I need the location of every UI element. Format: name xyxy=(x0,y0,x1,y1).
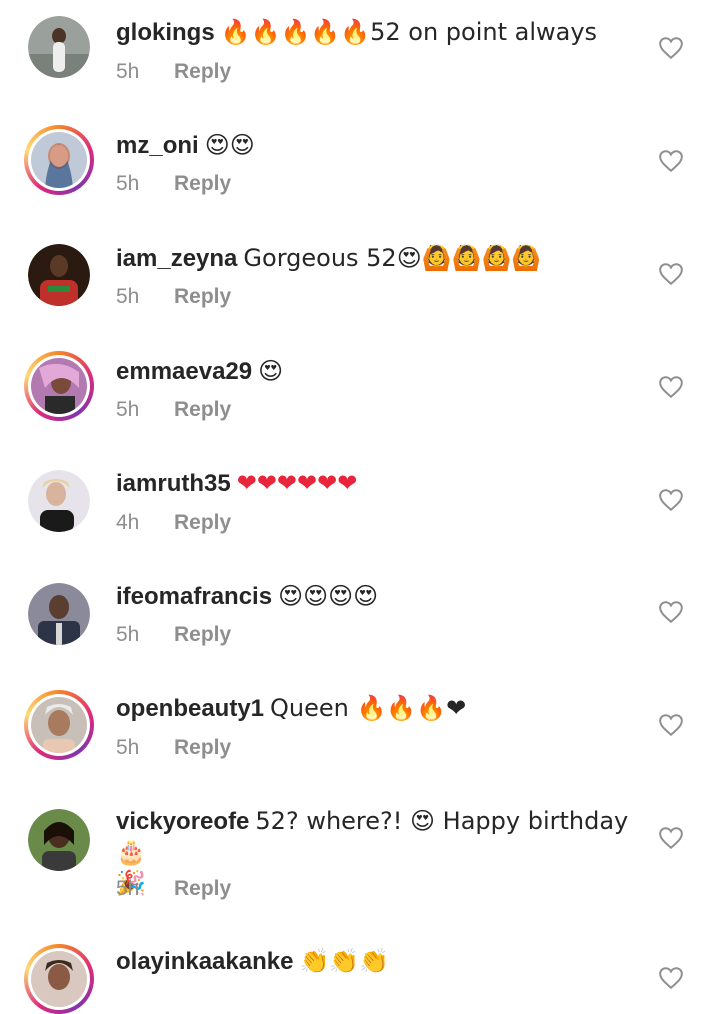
comment-timestamp: 5h xyxy=(116,736,140,759)
avatar[interactable] xyxy=(24,351,94,421)
comment-text: 😍😍😍😍 xyxy=(278,582,379,610)
reply-button[interactable]: Reply xyxy=(174,172,231,195)
heart-outline-icon[interactable] xyxy=(658,966,684,990)
heart-outline-icon[interactable] xyxy=(658,262,684,286)
comment-username[interactable]: openbeauty1 xyxy=(116,695,264,722)
comment-text: ❤❤❤❤❤❤ xyxy=(236,469,358,497)
comment-username[interactable]: ifeomafrancis xyxy=(116,583,272,610)
reply-button[interactable]: Reply xyxy=(174,877,231,900)
comment-text: 👏👏👏 xyxy=(299,947,390,975)
comment-username[interactable]: mz_oni xyxy=(116,132,199,159)
heart-outline-icon[interactable] xyxy=(658,600,684,624)
comment-username[interactable]: iamruth35 xyxy=(116,470,231,497)
comment-timestamp: 5h xyxy=(116,398,140,421)
avatar[interactable] xyxy=(24,690,94,760)
reply-button[interactable]: Reply xyxy=(174,736,231,759)
avatar[interactable] xyxy=(24,125,94,195)
avatar[interactable] xyxy=(24,579,94,649)
heart-outline-icon[interactable] xyxy=(658,149,684,173)
avatar[interactable] xyxy=(24,944,94,1014)
comment-username[interactable]: emmaeva29 xyxy=(116,358,252,385)
heart-outline-icon[interactable] xyxy=(658,375,684,399)
comment-timestamp: 5h xyxy=(116,172,140,195)
heart-outline-icon[interactable] xyxy=(658,826,684,850)
comment-text: Queen 🔥🔥🔥❤ xyxy=(270,694,467,722)
reply-button[interactable]: Reply xyxy=(174,398,231,421)
comment-timestamp: 5h xyxy=(116,623,140,646)
reply-button[interactable]: Reply xyxy=(174,60,231,83)
comment-text: 🔥🔥🔥🔥🔥52 on point always xyxy=(220,18,598,46)
avatar[interactable] xyxy=(24,466,94,536)
comment-username[interactable]: glokings xyxy=(116,19,215,46)
comment-timestamp: 5h xyxy=(116,60,140,83)
avatar[interactable] xyxy=(24,12,94,82)
comment-username[interactable]: iam_zeyna xyxy=(116,245,237,272)
comment-username[interactable]: vickyoreofe xyxy=(116,808,249,835)
comment-text: Gorgeous 52😍🙆🙆🙆🙆 xyxy=(243,244,542,272)
reply-button[interactable]: Reply xyxy=(174,623,231,646)
comment-text: 😍😍 xyxy=(204,131,255,159)
avatar[interactable] xyxy=(24,240,94,310)
reply-button[interactable]: Reply xyxy=(174,285,231,308)
comment-timestamp: 5h xyxy=(116,877,140,900)
heart-outline-icon[interactable] xyxy=(658,36,684,60)
heart-outline-icon[interactable] xyxy=(658,713,684,737)
comment-text: 😍 xyxy=(258,357,284,385)
comment-timestamp: 5h xyxy=(116,285,140,308)
avatar[interactable] xyxy=(24,805,94,875)
reply-button[interactable]: Reply xyxy=(174,511,231,534)
heart-outline-icon[interactable] xyxy=(658,488,684,512)
comment-timestamp: 4h xyxy=(116,511,140,534)
comment-username[interactable]: olayinkaakanke xyxy=(116,948,293,975)
